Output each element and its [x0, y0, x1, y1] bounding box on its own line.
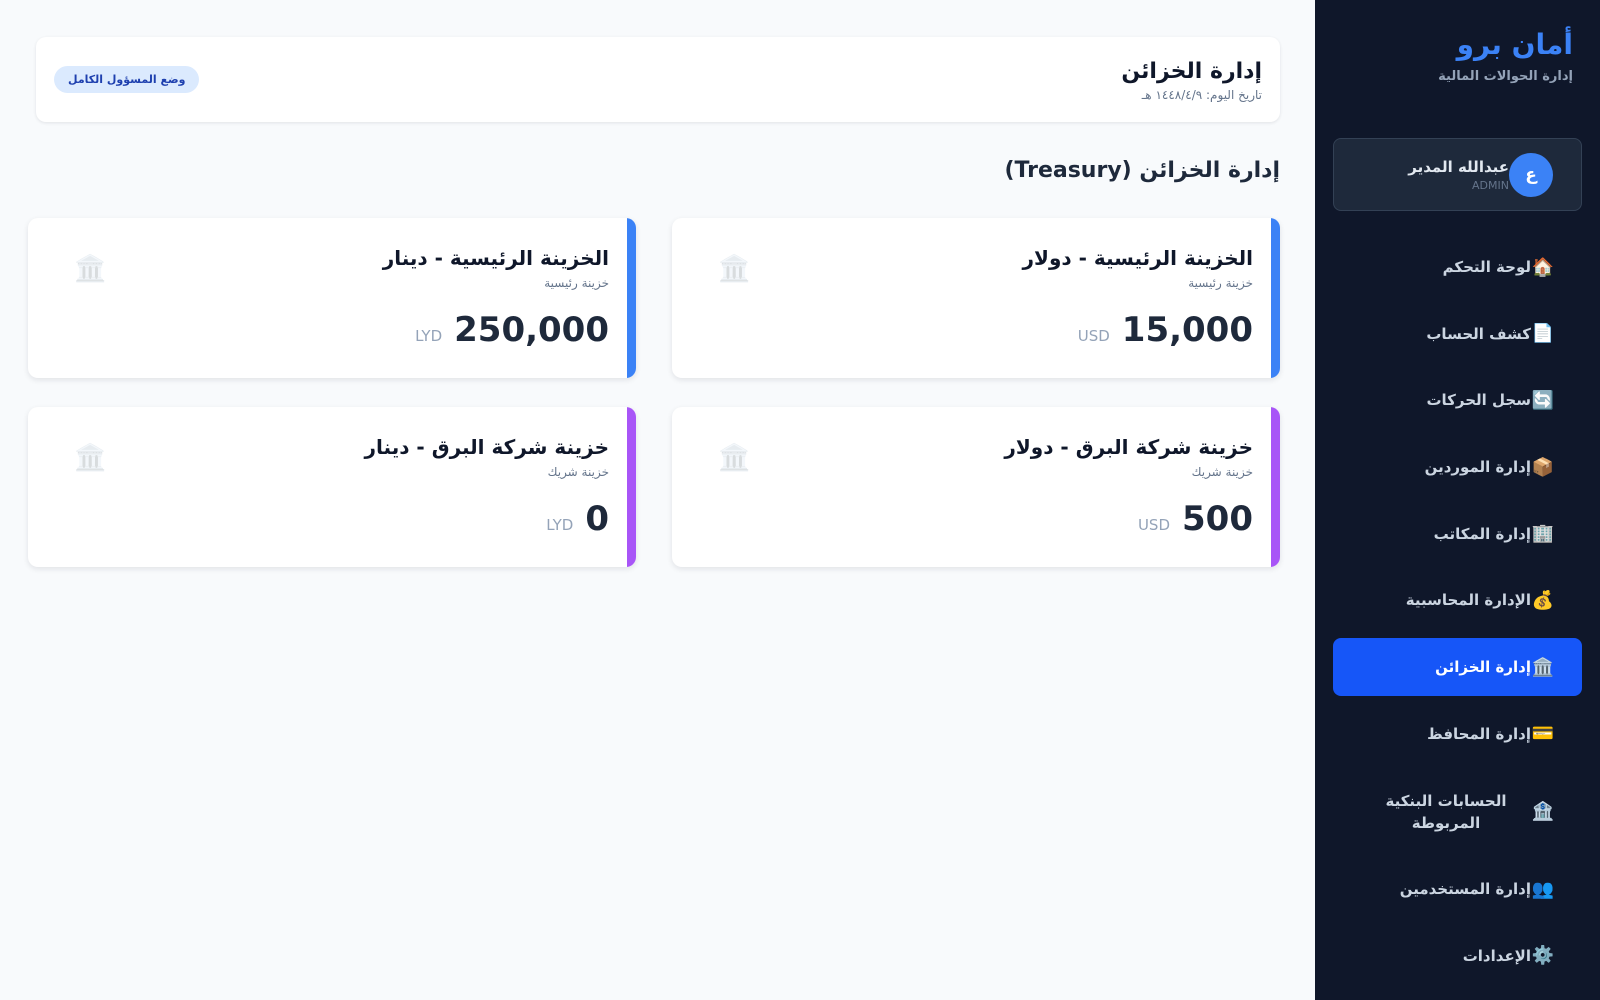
- sidebar-item-account-statement[interactable]: 📄 كشف الحساب: [1333, 305, 1582, 363]
- treasury-card-barq-lyd[interactable]: خزينة شركة البرق - دينار خزينة شريك 0 LY…: [28, 407, 636, 567]
- sidebar: أمان برو إدارة الحوالات المالية ع عبدالل…: [1315, 0, 1600, 1000]
- card-accent-stripe: [627, 407, 636, 567]
- gear-icon: ⚙️: [1531, 945, 1555, 967]
- sidebar-item-label: إدارة المكاتب: [1433, 524, 1531, 543]
- home-icon: 🏠: [1531, 256, 1555, 278]
- sidebar-item-label: سجل الحركات: [1426, 391, 1531, 410]
- brand: أمان برو إدارة الحوالات المالية: [1315, 0, 1600, 84]
- card-name: خزينة شركة البرق - دينار: [364, 435, 610, 459]
- brand-subtitle: إدارة الحوالات المالية: [1438, 69, 1573, 84]
- user-role: ADMIN: [1472, 178, 1509, 192]
- card-currency: LYD: [546, 516, 574, 534]
- card-type: خزينة رئيسية: [544, 276, 609, 290]
- sidebar-item-transactions-log[interactable]: 🔄 سجل الحركات: [1333, 371, 1582, 429]
- package-icon: 📦: [1531, 456, 1555, 478]
- user-info: عبدالله المدير ADMIN: [1408, 158, 1509, 192]
- sidebar-item-suppliers[interactable]: 📦 إدارة الموردين: [1333, 438, 1582, 496]
- card-name: الخزينة الرئيسية - دولار: [1022, 246, 1253, 270]
- sidebar-item-linked-bank-accounts[interactable]: 🏦 الحسابات البنكية المربوطة: [1333, 772, 1582, 852]
- card-type: خزينة شريك: [547, 465, 609, 479]
- bank-icon: 🏛️: [718, 443, 751, 473]
- card-amount: 0: [585, 499, 609, 539]
- sidebar-item-label: لوحة التحكم: [1442, 258, 1531, 276]
- sidebar-item-offices[interactable]: 🏢 إدارة المكاتب: [1333, 505, 1582, 563]
- avatar: ع: [1509, 152, 1553, 197]
- card-accent-stripe: [1271, 218, 1280, 378]
- sidebar-item-label: إدارة الخزائن: [1435, 658, 1531, 677]
- sidebar-item-treasury[interactable]: 🏛️ إدارة الخزائن: [1333, 638, 1582, 697]
- sidebar-item-users[interactable]: 👥 إدارة المستخدمين: [1333, 860, 1582, 918]
- card-amount: 250,000: [454, 310, 609, 350]
- card-name: خزينة شركة البرق - دولار: [1004, 435, 1253, 459]
- page-header: إدارة الخزائن تاريخ اليوم: ١٤٤٨/٤/٩ هـ و…: [36, 37, 1280, 122]
- sidebar-item-dashboard[interactable]: 🏠 لوحة التحكم: [1333, 238, 1582, 296]
- sidebar-item-label: كشف الحساب: [1426, 324, 1531, 343]
- bank-icon: 🏛️: [74, 254, 107, 284]
- sidebar-item-label: إدارة المستخدمين: [1399, 880, 1531, 899]
- card-currency: USD: [1077, 327, 1110, 345]
- user-name: عبدالله المدير: [1408, 157, 1509, 176]
- bank-icon: 🏛️: [718, 254, 751, 284]
- card-body: الخزينة الرئيسية - دولار خزينة رئيسية: [1023, 246, 1253, 290]
- header-date: تاريخ اليوم: ١٤٤٨/٤/٩ هـ: [1141, 87, 1262, 102]
- card-balance: 0 LYD: [546, 499, 609, 539]
- card-balance: 500 USD: [1138, 499, 1253, 539]
- bank-icon: 🏛️: [74, 443, 107, 473]
- card-amount: 500: [1182, 499, 1253, 539]
- sidebar-item-accounting[interactable]: 💰 الإدارة المحاسبية: [1333, 571, 1582, 629]
- card-name: الخزينة الرئيسية - دينار: [382, 246, 609, 270]
- header-text: إدارة الخزائن تاريخ اليوم: ١٤٤٨/٤/٩ هـ: [1121, 58, 1262, 102]
- refresh-icon: 🔄: [1531, 389, 1555, 411]
- sidebar-item-label: الإدارة المحاسبية: [1405, 591, 1531, 610]
- sidebar-item-label: إدارة الموردين: [1424, 458, 1531, 477]
- admin-mode-badge: وضع المسؤول الكامل: [54, 66, 200, 93]
- card-currency: LYD: [415, 327, 443, 345]
- brand-title[interactable]: أمان برو: [1315, 28, 1573, 62]
- users-icon: 👥: [1531, 878, 1555, 900]
- sidebar-nav: 🏠 لوحة التحكم 📄 كشف الحساب 🔄 سجل الحركات…: [1333, 238, 1582, 994]
- card-balance: 15,000 USD: [1078, 310, 1253, 350]
- bank-icon: 🏛️: [1531, 656, 1555, 678]
- sidebar-item-label: الحسابات البنكية المربوطة: [1385, 791, 1507, 832]
- sidebar-item-label: الإعدادات: [1462, 946, 1531, 965]
- card-type: خزينة شريك: [1191, 465, 1253, 479]
- card-body: الخزينة الرئيسية - دينار خزينة رئيسية: [383, 246, 609, 290]
- card-amount: 15,000: [1121, 310, 1253, 350]
- card-currency: USD: [1137, 516, 1171, 534]
- bank-building-icon: 🏦: [1531, 801, 1555, 822]
- section-title: إدارة الخزائن (Treasury): [1004, 158, 1280, 183]
- credit-card-icon: 💳: [1531, 723, 1555, 745]
- card-body: خزينة شركة البرق - دينار خزينة شريك: [365, 435, 610, 479]
- card-balance: 250,000 LYD: [415, 310, 609, 350]
- card-accent-stripe: [1271, 407, 1280, 567]
- sidebar-item-wallets[interactable]: 💳 إدارة المحافظ: [1333, 705, 1582, 763]
- treasury-card-main-lyd[interactable]: الخزينة الرئيسية - دينار خزينة رئيسية 25…: [28, 218, 636, 378]
- page-title: إدارة الخزائن: [1121, 58, 1262, 84]
- card-accent-stripe: [627, 218, 636, 378]
- treasury-card-main-usd[interactable]: الخزينة الرئيسية - دولار خزينة رئيسية 15…: [672, 218, 1280, 378]
- card-body: خزينة شركة البرق - دولار خزينة شريك: [1004, 435, 1253, 479]
- money-bag-icon: 💰: [1531, 589, 1555, 611]
- card-type: خزينة رئيسية: [1188, 276, 1253, 290]
- sidebar-item-label: إدارة المحافظ: [1427, 724, 1531, 743]
- user-card[interactable]: ع عبدالله المدير ADMIN: [1333, 138, 1582, 211]
- office-building-icon: 🏢: [1531, 523, 1555, 545]
- document-icon: 📄: [1531, 323, 1555, 345]
- treasury-card-barq-usd[interactable]: خزينة شركة البرق - دولار خزينة شريك 500 …: [672, 407, 1280, 567]
- sidebar-item-settings[interactable]: ⚙️ الإعدادات: [1333, 927, 1582, 985]
